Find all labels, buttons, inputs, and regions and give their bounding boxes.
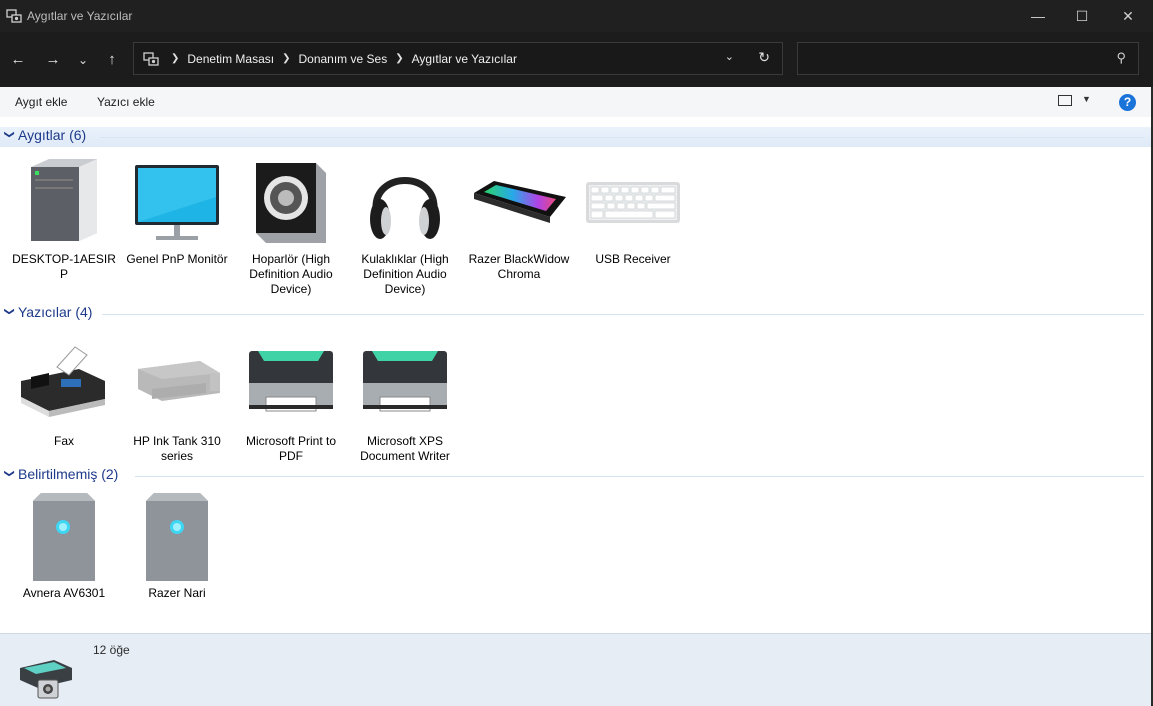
printer-label: HP Ink Tank 310 series (133, 434, 221, 463)
inkjet-printer-icon (138, 361, 220, 401)
chevron-down-icon[interactable]: ❯ (4, 469, 15, 477)
chevron-down-icon[interactable]: ❯ (4, 307, 15, 315)
chevron-right-icon: ❯ (282, 53, 291, 64)
crumb-devices-printers[interactable]: Aygıtlar ve Yazıcılar (412, 52, 517, 66)
group-header-devices[interactable]: ❯ Aygıtlar (6) (0, 127, 1151, 147)
address-box[interactable]: ❯ Denetim Masası ❯ Donanım ve Ses ❯ Aygı… (133, 42, 783, 75)
monitor-icon (135, 165, 219, 240)
view-dropdown-icon[interactable]: ▼ (1082, 94, 1091, 104)
group-title: Yazıcılar (4) (18, 304, 93, 320)
minimize-button[interactable]: — (1015, 0, 1061, 32)
crumb-control-panel[interactable]: Denetim Masası (187, 52, 274, 66)
address-bar-row: ← → ⌄ ↑ ❯ Denetim Masası ❯ Donanım ve Se… (0, 32, 1153, 87)
speaker-icon (256, 163, 326, 243)
search-box[interactable]: ⚲ (797, 42, 1139, 75)
device-label: Razer Nari (148, 586, 206, 600)
printer-icon (249, 351, 333, 412)
device-label: USB Receiver (595, 252, 671, 266)
add-printer-button[interactable]: Yazıcı ekle (97, 95, 155, 109)
printer-label: Microsoft XPS Document Writer (360, 434, 450, 463)
device-label: Hoparlör (High Definition Audio Device) (249, 252, 333, 296)
search-input[interactable] (804, 47, 1098, 71)
help-button[interactable]: ? (1119, 94, 1136, 111)
address-dropdown-icon[interactable]: ⌄ (725, 50, 734, 63)
printer-label: Microsoft Print to PDF (245, 434, 337, 463)
window-title: Aygıtlar ve Yazıcılar (27, 9, 133, 23)
devices-printers-large-icon (20, 660, 72, 699)
generic-device-icon (146, 493, 208, 581)
up-button[interactable]: ↑ (101, 49, 123, 71)
command-bar: Aygıt ekle Yazıcı ekle ▼ ? (0, 87, 1151, 117)
group-divider (100, 137, 1144, 138)
chevron-right-icon: ❯ (395, 53, 404, 64)
device-label: Avnera AV6301 (22, 586, 106, 600)
recent-locations-button[interactable]: ⌄ (72, 49, 94, 71)
group-title: Belirtilmemiş (2) (18, 466, 119, 482)
printer-label: Fax (53, 434, 74, 448)
breadcrumb: ❯ Denetim Masası ❯ Donanım ve Ses ❯ Aygı… (143, 43, 517, 74)
generic-device-icon (33, 493, 95, 581)
device-label: Razer BlackWidow Chroma (468, 252, 570, 281)
main-content: Aygıt ekle Yazıcı ekle ▼ ? ❯ Aygıtlar (6… (0, 87, 1151, 633)
refresh-icon[interactable]: ↻ (758, 49, 770, 66)
device-label: DESKTOP-1AESIR P (12, 252, 116, 281)
details-pane: 12 öğe (0, 633, 1151, 706)
printer-icon (363, 351, 447, 412)
keyboard-icon (586, 182, 680, 223)
close-button[interactable]: ✕ (1105, 0, 1151, 32)
chevron-right-icon: ❯ (171, 53, 180, 64)
item-count: 12 öğe (93, 643, 130, 657)
headphones-icon (370, 177, 440, 239)
group-title: Aygıtlar (6) (18, 127, 87, 143)
group-header-printers[interactable]: ❯ Yazıcılar (4) (0, 304, 1151, 324)
device-label: Genel PnP Monitör (126, 252, 228, 266)
device-label: Kulaklıklar (High Definition Audio Devic… (361, 252, 449, 296)
add-device-button[interactable]: Aygıt ekle (15, 95, 67, 109)
view-icon[interactable] (1058, 95, 1072, 106)
gaming-keyboard-icon (474, 181, 566, 223)
group-divider (102, 314, 1144, 315)
title-bar: Aygıtlar ve Yazıcılar — ☐ ✕ (0, 0, 1153, 32)
control-panel-icon (143, 51, 159, 66)
chevron-down-icon[interactable]: ❯ (4, 130, 15, 138)
crumb-hardware-sound[interactable]: Donanım ve Ses (298, 52, 387, 66)
desktop-computer-icon (31, 159, 97, 241)
forward-button[interactable]: → (42, 49, 64, 71)
devices-printers-app-icon (6, 9, 22, 23)
maximize-button[interactable]: ☐ (1059, 0, 1105, 32)
group-header-unspecified[interactable]: ❯ Belirtilmemiş (2) (0, 466, 1151, 486)
group-divider (135, 476, 1144, 477)
fax-icon (21, 346, 105, 417)
back-button[interactable]: ← (7, 49, 29, 71)
search-icon[interactable]: ⚲ (1116, 50, 1126, 66)
